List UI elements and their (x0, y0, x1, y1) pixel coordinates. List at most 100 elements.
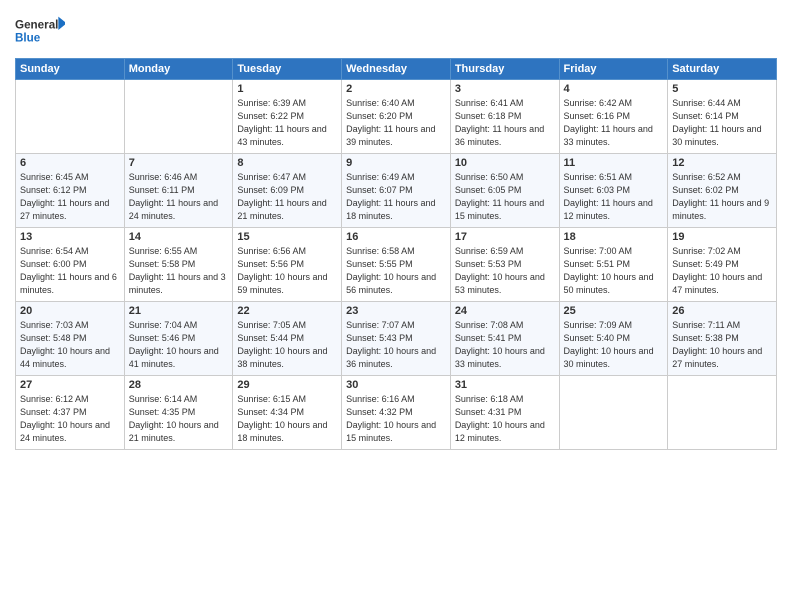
day-info: Sunrise: 6:45 AMSunset: 6:12 PMDaylight:… (20, 171, 120, 223)
svg-text:Blue: Blue (15, 32, 41, 45)
calendar-page: General Blue SundayMondayTuesdayWednesda… (0, 0, 792, 612)
day-info: Sunrise: 6:44 AMSunset: 6:14 PMDaylight:… (672, 97, 772, 149)
day-cell (124, 80, 233, 154)
day-number: 15 (237, 231, 337, 243)
day-cell: 19 Sunrise: 7:02 AMSunset: 5:49 PMDaylig… (668, 228, 777, 302)
day-cell: 21 Sunrise: 7:04 AMSunset: 5:46 PMDaylig… (124, 302, 233, 376)
day-cell: 24 Sunrise: 7:08 AMSunset: 5:41 PMDaylig… (450, 302, 559, 376)
day-number: 16 (346, 231, 446, 243)
logo: General Blue (15, 10, 65, 50)
day-number: 23 (346, 305, 446, 317)
day-cell: 3 Sunrise: 6:41 AMSunset: 6:18 PMDayligh… (450, 80, 559, 154)
day-cell: 23 Sunrise: 7:07 AMSunset: 5:43 PMDaylig… (342, 302, 451, 376)
day-header-tuesday: Tuesday (233, 59, 342, 80)
day-info: Sunrise: 6:14 AMSunset: 4:35 PMDaylight:… (129, 393, 229, 445)
day-info: Sunrise: 6:52 AMSunset: 6:02 PMDaylight:… (672, 171, 772, 223)
day-cell: 15 Sunrise: 6:56 AMSunset: 5:56 PMDaylig… (233, 228, 342, 302)
week-row-5: 27 Sunrise: 6:12 AMSunset: 4:37 PMDaylig… (16, 376, 777, 450)
day-info: Sunrise: 7:05 AMSunset: 5:44 PMDaylight:… (237, 319, 337, 371)
day-info: Sunrise: 6:56 AMSunset: 5:56 PMDaylight:… (237, 245, 337, 297)
day-number: 26 (672, 305, 772, 317)
day-info: Sunrise: 6:46 AMSunset: 6:11 PMDaylight:… (129, 171, 229, 223)
day-cell: 13 Sunrise: 6:54 AMSunset: 6:00 PMDaylig… (16, 228, 125, 302)
day-number: 31 (455, 379, 555, 391)
day-info: Sunrise: 6:55 AMSunset: 5:58 PMDaylight:… (129, 245, 229, 297)
svg-text:General: General (15, 18, 58, 31)
day-info: Sunrise: 7:09 AMSunset: 5:40 PMDaylight:… (564, 319, 664, 371)
day-info: Sunrise: 6:40 AMSunset: 6:20 PMDaylight:… (346, 97, 446, 149)
week-row-4: 20 Sunrise: 7:03 AMSunset: 5:48 PMDaylig… (16, 302, 777, 376)
day-cell: 6 Sunrise: 6:45 AMSunset: 6:12 PMDayligh… (16, 154, 125, 228)
day-cell: 8 Sunrise: 6:47 AMSunset: 6:09 PMDayligh… (233, 154, 342, 228)
week-row-2: 6 Sunrise: 6:45 AMSunset: 6:12 PMDayligh… (16, 154, 777, 228)
day-number: 5 (672, 83, 772, 95)
day-cell: 4 Sunrise: 6:42 AMSunset: 6:16 PMDayligh… (559, 80, 668, 154)
day-cell: 9 Sunrise: 6:49 AMSunset: 6:07 PMDayligh… (342, 154, 451, 228)
day-info: Sunrise: 6:58 AMSunset: 5:55 PMDaylight:… (346, 245, 446, 297)
week-row-3: 13 Sunrise: 6:54 AMSunset: 6:00 PMDaylig… (16, 228, 777, 302)
day-number: 28 (129, 379, 229, 391)
day-cell (559, 376, 668, 450)
day-info: Sunrise: 7:08 AMSunset: 5:41 PMDaylight:… (455, 319, 555, 371)
day-info: Sunrise: 7:02 AMSunset: 5:49 PMDaylight:… (672, 245, 772, 297)
day-number: 7 (129, 157, 229, 169)
day-number: 3 (455, 83, 555, 95)
day-number: 13 (20, 231, 120, 243)
day-cell: 27 Sunrise: 6:12 AMSunset: 4:37 PMDaylig… (16, 376, 125, 450)
day-cell: 11 Sunrise: 6:51 AMSunset: 6:03 PMDaylig… (559, 154, 668, 228)
day-cell: 17 Sunrise: 6:59 AMSunset: 5:53 PMDaylig… (450, 228, 559, 302)
day-cell: 2 Sunrise: 6:40 AMSunset: 6:20 PMDayligh… (342, 80, 451, 154)
day-header-thursday: Thursday (450, 59, 559, 80)
day-cell (668, 376, 777, 450)
day-info: Sunrise: 6:18 AMSunset: 4:31 PMDaylight:… (455, 393, 555, 445)
day-info: Sunrise: 6:59 AMSunset: 5:53 PMDaylight:… (455, 245, 555, 297)
day-number: 6 (20, 157, 120, 169)
day-info: Sunrise: 6:54 AMSunset: 6:00 PMDaylight:… (20, 245, 120, 297)
day-info: Sunrise: 7:03 AMSunset: 5:48 PMDaylight:… (20, 319, 120, 371)
day-number: 11 (564, 157, 664, 169)
day-cell: 7 Sunrise: 6:46 AMSunset: 6:11 PMDayligh… (124, 154, 233, 228)
day-number: 30 (346, 379, 446, 391)
day-info: Sunrise: 6:42 AMSunset: 6:16 PMDaylight:… (564, 97, 664, 149)
day-number: 29 (237, 379, 337, 391)
day-header-saturday: Saturday (668, 59, 777, 80)
day-number: 1 (237, 83, 337, 95)
day-info: Sunrise: 6:15 AMSunset: 4:34 PMDaylight:… (237, 393, 337, 445)
logo-svg: General Blue (15, 10, 65, 50)
day-cell: 20 Sunrise: 7:03 AMSunset: 5:48 PMDaylig… (16, 302, 125, 376)
day-number: 9 (346, 157, 446, 169)
day-number: 22 (237, 305, 337, 317)
day-number: 21 (129, 305, 229, 317)
day-cell: 31 Sunrise: 6:18 AMSunset: 4:31 PMDaylig… (450, 376, 559, 450)
day-cell: 26 Sunrise: 7:11 AMSunset: 5:38 PMDaylig… (668, 302, 777, 376)
day-cell: 18 Sunrise: 7:00 AMSunset: 5:51 PMDaylig… (559, 228, 668, 302)
day-number: 25 (564, 305, 664, 317)
day-info: Sunrise: 6:16 AMSunset: 4:32 PMDaylight:… (346, 393, 446, 445)
day-cell: 14 Sunrise: 6:55 AMSunset: 5:58 PMDaylig… (124, 228, 233, 302)
days-header-row: SundayMondayTuesdayWednesdayThursdayFrid… (16, 59, 777, 80)
calendar-table: SundayMondayTuesdayWednesdayThursdayFrid… (15, 58, 777, 450)
day-number: 10 (455, 157, 555, 169)
day-cell: 16 Sunrise: 6:58 AMSunset: 5:55 PMDaylig… (342, 228, 451, 302)
day-info: Sunrise: 6:47 AMSunset: 6:09 PMDaylight:… (237, 171, 337, 223)
day-cell: 25 Sunrise: 7:09 AMSunset: 5:40 PMDaylig… (559, 302, 668, 376)
day-cell: 5 Sunrise: 6:44 AMSunset: 6:14 PMDayligh… (668, 80, 777, 154)
day-number: 12 (672, 157, 772, 169)
day-header-wednesday: Wednesday (342, 59, 451, 80)
day-cell: 12 Sunrise: 6:52 AMSunset: 6:02 PMDaylig… (668, 154, 777, 228)
day-number: 17 (455, 231, 555, 243)
day-number: 8 (237, 157, 337, 169)
day-number: 4 (564, 83, 664, 95)
week-row-1: 1 Sunrise: 6:39 AMSunset: 6:22 PMDayligh… (16, 80, 777, 154)
day-cell (16, 80, 125, 154)
day-cell: 10 Sunrise: 6:50 AMSunset: 6:05 PMDaylig… (450, 154, 559, 228)
day-info: Sunrise: 6:41 AMSunset: 6:18 PMDaylight:… (455, 97, 555, 149)
day-cell: 29 Sunrise: 6:15 AMSunset: 4:34 PMDaylig… (233, 376, 342, 450)
day-cell: 28 Sunrise: 6:14 AMSunset: 4:35 PMDaylig… (124, 376, 233, 450)
day-cell: 30 Sunrise: 6:16 AMSunset: 4:32 PMDaylig… (342, 376, 451, 450)
day-info: Sunrise: 6:50 AMSunset: 6:05 PMDaylight:… (455, 171, 555, 223)
day-info: Sunrise: 7:00 AMSunset: 5:51 PMDaylight:… (564, 245, 664, 297)
day-number: 2 (346, 83, 446, 95)
day-info: Sunrise: 7:04 AMSunset: 5:46 PMDaylight:… (129, 319, 229, 371)
day-info: Sunrise: 6:51 AMSunset: 6:03 PMDaylight:… (564, 171, 664, 223)
